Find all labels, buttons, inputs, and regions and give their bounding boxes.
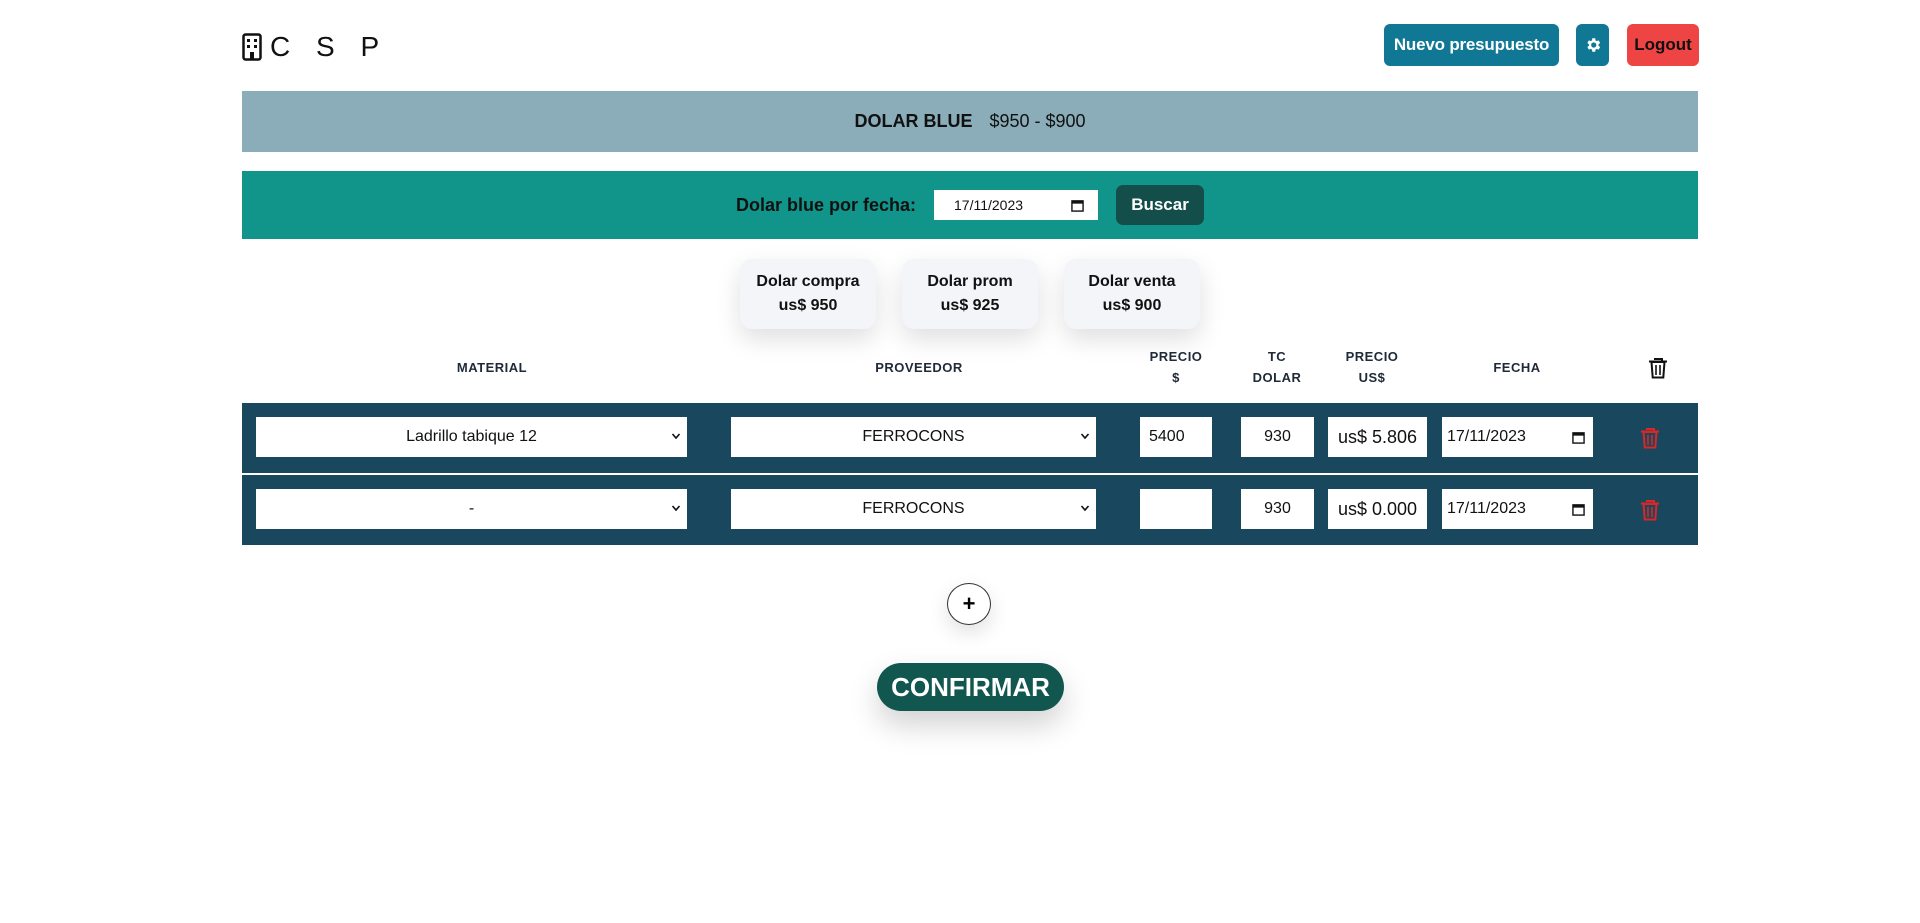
chevron-down-icon [1080, 433, 1090, 440]
proveedor-select-value: FERROCONS [862, 428, 965, 445]
header-precio-usd: PRECIO US$ [1337, 346, 1407, 388]
fecha-value: 17/11/2023 [1447, 428, 1526, 445]
date-search-input[interactable]: 17/11/2023 [934, 190, 1099, 220]
proveedor-select[interactable]: FERROCONS [731, 417, 1096, 457]
header-precio-ars-line2: $ [1172, 370, 1180, 385]
table-row: Ladrillo tabique 12 FERROCONS 5400 930 u… [242, 403, 1698, 473]
precio-input[interactable] [1140, 489, 1212, 529]
dolar-prom-card: Dolar prom us$ 925 [902, 259, 1038, 329]
dolar-compra-card: Dolar compra us$ 950 [740, 259, 876, 329]
header-fecha: FECHA [1493, 360, 1541, 375]
search-button[interactable]: Buscar [1116, 185, 1205, 225]
date-search-label: Dolar blue por fecha: [735, 194, 917, 215]
precio-usd-field[interactable]: us$ 5.806 [1328, 417, 1427, 457]
dolar-blue-banner: DOLAR BLUE $950 - $900 [242, 91, 1698, 152]
header-tc-line1: TC [1267, 349, 1287, 364]
card-value: us$ 950 [778, 297, 838, 314]
gear-icon [1586, 38, 1600, 52]
top-header: C S P Nuevo presupuesto Logout [242, 24, 1699, 68]
card-value: us$ 900 [1102, 297, 1162, 314]
dolar-blue-value: $950 - $900 [989, 111, 1086, 131]
calendar-icon[interactable] [1071, 199, 1084, 212]
fecha-input[interactable]: 17/11/2023 [1442, 489, 1593, 529]
material-select[interactable]: Ladrillo tabique 12 [256, 417, 687, 457]
proveedor-select[interactable]: FERROCONS [731, 489, 1096, 529]
calendar-icon[interactable] [1572, 503, 1585, 516]
header-tc-line2: DOLAR [1252, 370, 1302, 385]
chevron-down-icon [1080, 505, 1090, 512]
plus-icon: + [962, 591, 976, 616]
settings-button[interactable] [1576, 24, 1609, 66]
header-precio-ars-line1: PRECIO [1149, 349, 1203, 364]
precio-input[interactable]: 5400 [1140, 417, 1212, 457]
chevron-down-icon [671, 433, 681, 440]
date-search-bar: Dolar blue por fecha: 17/11/2023 Buscar [242, 171, 1698, 239]
fecha-input[interactable]: 17/11/2023 [1442, 417, 1593, 457]
calendar-icon[interactable] [1572, 431, 1585, 444]
building-icon [242, 33, 262, 61]
header-material: MATERIAL [456, 360, 528, 375]
tc-dolar-input[interactable]: 930 [1241, 417, 1314, 457]
logout-button[interactable]: Logout [1627, 24, 1699, 66]
card-title: Dolar prom [927, 273, 1013, 290]
material-select-value: - [468, 500, 475, 517]
proveedor-select-value: FERROCONS [862, 500, 965, 517]
header-proveedor: PROVEEDOR [875, 360, 963, 375]
delete-row-icon[interactable] [1640, 499, 1660, 521]
header-precio-usd-line1: PRECIO [1345, 349, 1399, 364]
header-tc-dolar: TC DOLAR [1242, 346, 1312, 388]
confirm-button[interactable]: CONFIRMAR [877, 663, 1064, 711]
logo[interactable]: C S P [242, 31, 388, 63]
table-row: - FERROCONS 930 us$ 0.000 17/11/2023 [242, 475, 1698, 545]
chevron-down-icon [671, 505, 681, 512]
material-select-value: Ladrillo tabique 12 [406, 428, 537, 445]
date-search-value: 17/11/2023 [954, 197, 1024, 213]
delete-all-icon[interactable] [1648, 357, 1668, 379]
card-value: us$ 925 [940, 297, 1000, 314]
header-precio-ars: PRECIO $ [1146, 346, 1206, 388]
dolar-cards: Dolar compra us$ 950 Dolar prom us$ 925 … [242, 259, 1698, 329]
material-select[interactable]: - [256, 489, 687, 529]
logo-text: C S P [270, 31, 389, 62]
fecha-value: 17/11/2023 [1447, 500, 1526, 517]
dolar-venta-card: Dolar venta us$ 900 [1064, 259, 1200, 329]
card-title: Dolar compra [756, 273, 860, 290]
app-container: C S P Nuevo presupuesto Logout DOLAR BLU… [242, 0, 1699, 923]
header-precio-usd-line2: US$ [1358, 370, 1386, 385]
dolar-blue-label: DOLAR BLUE [854, 111, 973, 131]
tc-dolar-input[interactable]: 930 [1241, 489, 1314, 529]
card-title: Dolar venta [1088, 273, 1176, 290]
delete-row-icon[interactable] [1640, 427, 1660, 449]
precio-usd-field[interactable]: us$ 0.000 [1328, 489, 1427, 529]
new-budget-button[interactable]: Nuevo presupuesto [1384, 24, 1559, 66]
add-row-button[interactable]: + [947, 583, 991, 625]
